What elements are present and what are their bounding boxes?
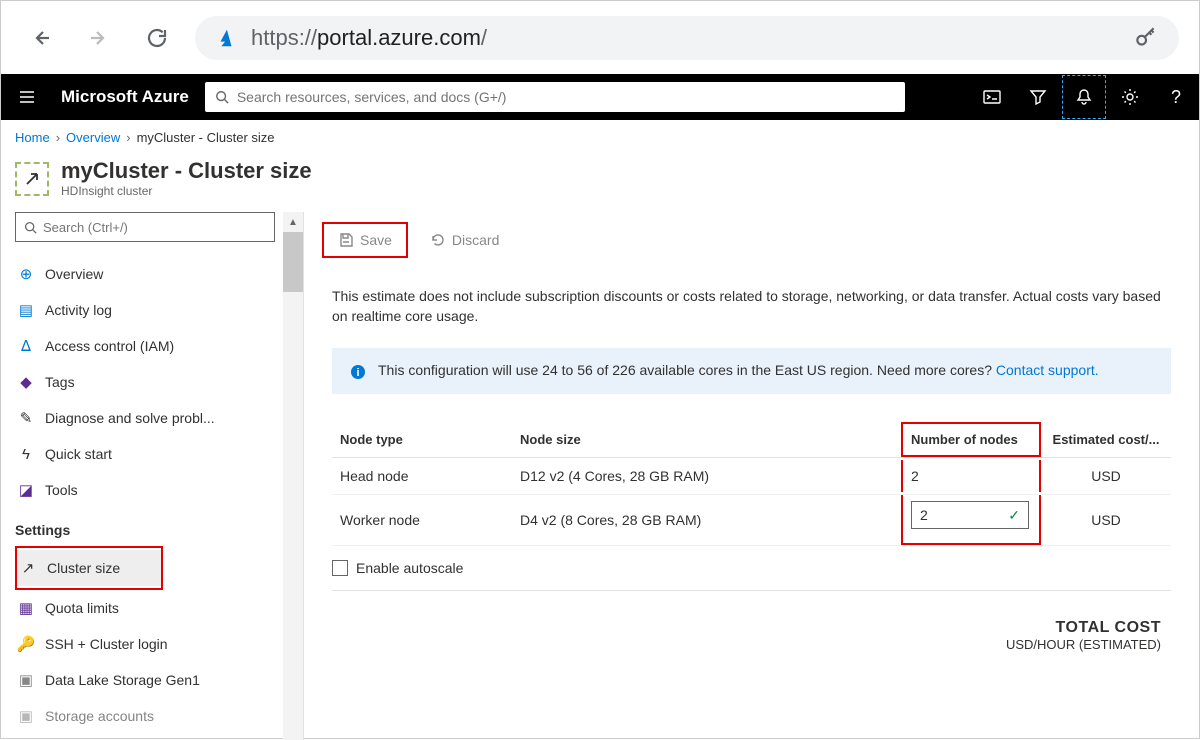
browser-url-bar[interactable]: https://portal.azure.com/ bbox=[195, 16, 1179, 60]
scroll-up-icon[interactable]: ▲ bbox=[283, 212, 303, 232]
settings-gear-icon[interactable] bbox=[1107, 74, 1153, 120]
col-cost: Estimated cost/... bbox=[1041, 422, 1171, 458]
key-icon: 🔑 bbox=[17, 635, 35, 653]
quick-start-icon: ϟ bbox=[17, 446, 35, 463]
url-text: https://portal.azure.com/ bbox=[251, 25, 487, 51]
sidebar-item-tools[interactable]: ◪Tools bbox=[15, 472, 303, 508]
diagnose-icon: ✎ bbox=[17, 409, 35, 427]
sidebar: « ⊕Overview ▤Activity log ᐃAccess contro… bbox=[1, 212, 303, 740]
activity-log-icon: ▤ bbox=[17, 301, 35, 319]
breadcrumb-current: myCluster - Cluster size bbox=[137, 130, 275, 145]
nodes-table: Node type Node size Number of nodes Esti… bbox=[332, 422, 1171, 546]
storage-icon: ▣ bbox=[17, 671, 35, 689]
col-node-size: Node size bbox=[512, 422, 901, 458]
cluster-size-header-icon bbox=[15, 162, 49, 196]
cloud-shell-icon[interactable] bbox=[969, 74, 1015, 120]
sidebar-item-storage-accounts[interactable]: ▣Storage accounts bbox=[15, 698, 303, 734]
sidebar-item-data-lake[interactable]: ▣Data Lake Storage Gen1 bbox=[15, 662, 303, 698]
total-cost: TOTAL COST USD/HOUR (ESTIMATED) bbox=[332, 619, 1171, 652]
sidebar-item-tags[interactable]: ◆Tags bbox=[15, 364, 303, 400]
col-num-nodes: Number of nodes bbox=[901, 422, 1041, 458]
azure-logo-icon bbox=[215, 27, 237, 49]
cluster-size-icon: ↗ bbox=[19, 559, 37, 577]
sidebar-item-ssh-login[interactable]: 🔑SSH + Cluster login bbox=[15, 626, 303, 662]
enable-autoscale-checkbox[interactable]: Enable autoscale bbox=[332, 560, 1171, 576]
notifications-icon[interactable] bbox=[1061, 74, 1107, 120]
sidebar-search-input[interactable] bbox=[43, 220, 266, 235]
checkbox-icon[interactable] bbox=[332, 560, 348, 576]
browser-forward-button[interactable] bbox=[79, 18, 119, 58]
quota-icon: ▦ bbox=[17, 599, 35, 617]
main-panel: Save Discard This estimate does not incl… bbox=[303, 212, 1199, 740]
sidebar-item-diagnose[interactable]: ✎Diagnose and solve probl... bbox=[15, 400, 303, 436]
tags-icon: ◆ bbox=[17, 373, 35, 391]
browser-navigation-bar: https://portal.azure.com/ bbox=[1, 1, 1199, 74]
browser-reload-button[interactable] bbox=[137, 18, 177, 58]
sidebar-item-activity-log[interactable]: ▤Activity log bbox=[15, 292, 303, 328]
azure-brand-label: Microsoft Azure bbox=[61, 87, 189, 107]
key-icon[interactable] bbox=[1133, 25, 1159, 51]
breadcrumb: Home › Overview › myCluster - Cluster si… bbox=[1, 120, 1199, 154]
overview-icon: ⊕ bbox=[17, 265, 35, 283]
estimate-note: This estimate does not include subscript… bbox=[332, 287, 1171, 326]
azure-global-search[interactable] bbox=[205, 82, 905, 112]
scrollbar-thumb[interactable] bbox=[283, 232, 303, 292]
page-subtitle: HDInsight cluster bbox=[61, 184, 312, 198]
discard-icon bbox=[430, 232, 446, 248]
toolbar: Save Discard bbox=[304, 212, 1199, 269]
page-header: myCluster - Cluster size HDInsight clust… bbox=[1, 154, 1199, 212]
access-control-icon: ᐃ bbox=[17, 337, 35, 355]
storage-icon: ▣ bbox=[17, 707, 35, 725]
sidebar-item-cluster-size[interactable]: ↗Cluster size bbox=[17, 550, 161, 586]
tools-icon: ◪ bbox=[17, 481, 35, 499]
discard-button[interactable]: Discard bbox=[422, 228, 507, 252]
breadcrumb-overview[interactable]: Overview bbox=[66, 130, 120, 145]
sidebar-search[interactable] bbox=[15, 212, 275, 242]
search-icon bbox=[24, 221, 37, 234]
save-icon bbox=[338, 232, 354, 248]
hamburger-menu-button[interactable] bbox=[9, 88, 45, 106]
azure-search-input[interactable] bbox=[237, 89, 895, 105]
info-text: This configuration will use 24 to 56 of … bbox=[378, 362, 996, 378]
sidebar-item-quota-limits[interactable]: ▦Quota limits bbox=[15, 590, 303, 626]
info-icon: i bbox=[350, 364, 366, 380]
page-title: myCluster - Cluster size bbox=[61, 158, 312, 184]
search-icon bbox=[215, 90, 229, 104]
sidebar-scrollbar[interactable]: ▲ bbox=[283, 212, 303, 740]
table-row: Worker node D4 v2 (8 Cores, 28 GB RAM) 2… bbox=[332, 495, 1171, 546]
col-node-type: Node type bbox=[332, 422, 512, 458]
sidebar-item-overview[interactable]: ⊕Overview bbox=[15, 256, 303, 292]
table-row: Head node D12 v2 (4 Cores, 28 GB RAM) 2 … bbox=[332, 458, 1171, 495]
svg-text:i: i bbox=[356, 367, 359, 379]
head-node-count: 2 bbox=[903, 460, 1039, 492]
contact-support-link[interactable]: Contact support. bbox=[996, 362, 1099, 378]
breadcrumb-home[interactable]: Home bbox=[15, 130, 50, 145]
help-icon[interactable]: ? bbox=[1153, 74, 1199, 120]
browser-back-button[interactable] bbox=[21, 18, 61, 58]
save-button[interactable]: Save bbox=[330, 228, 400, 252]
check-icon: ✓ bbox=[1008, 507, 1020, 524]
worker-node-count-input[interactable]: 2 ✓ bbox=[911, 501, 1029, 529]
sidebar-section-settings: Settings bbox=[15, 522, 303, 538]
directory-filter-icon[interactable] bbox=[1015, 74, 1061, 120]
sidebar-item-quick-start[interactable]: ϟQuick start bbox=[15, 436, 303, 472]
sidebar-item-access-control[interactable]: ᐃAccess control (IAM) bbox=[15, 328, 303, 364]
info-box: i This configuration will use 24 to 56 o… bbox=[332, 348, 1171, 394]
azure-top-bar: Microsoft Azure ? bbox=[1, 74, 1199, 120]
